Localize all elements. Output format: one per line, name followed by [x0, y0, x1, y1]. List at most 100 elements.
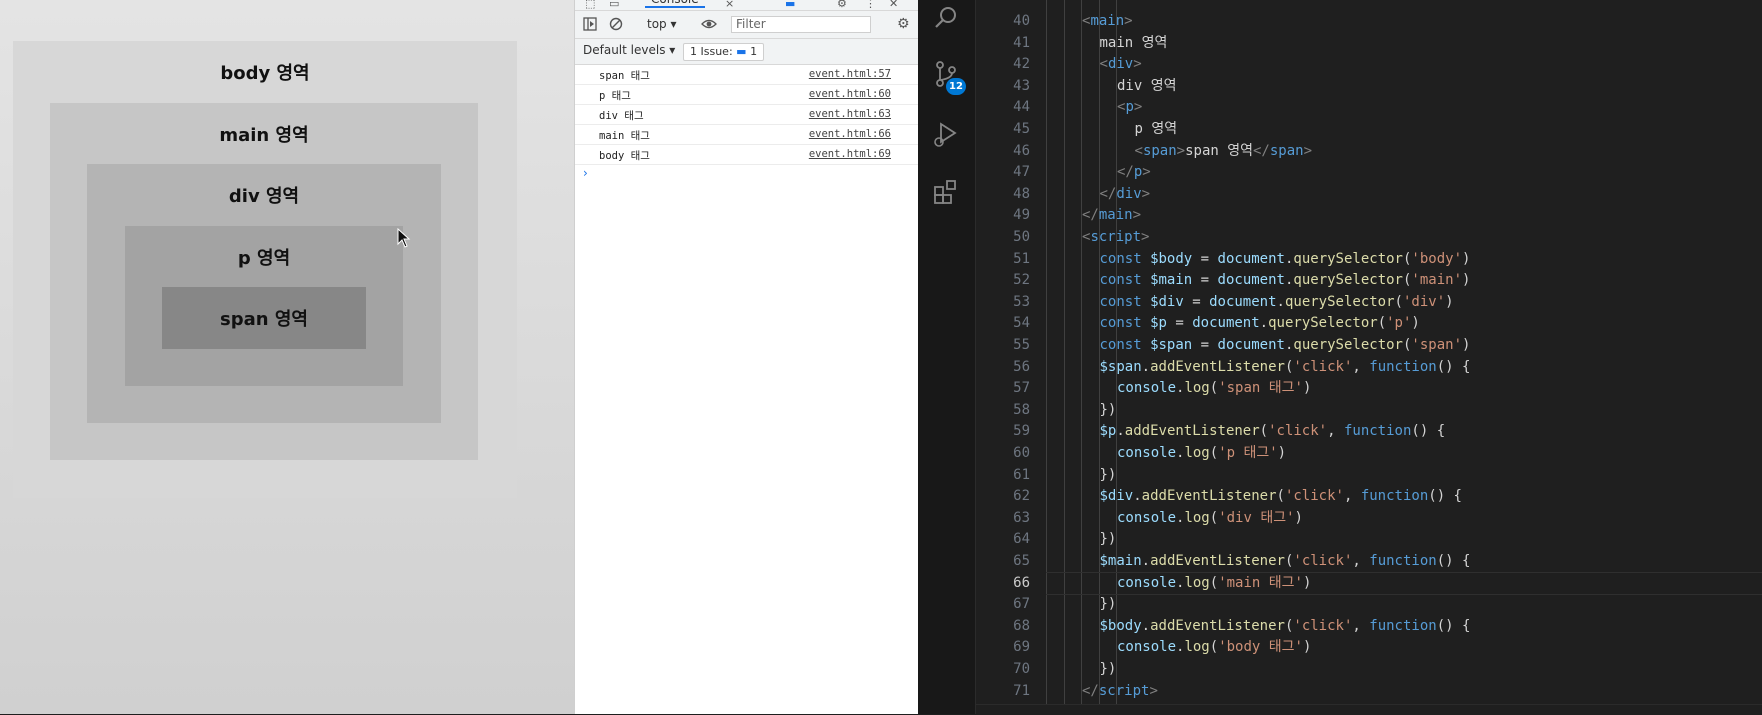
extensions-icon[interactable] [932, 178, 960, 206]
line-number: 69 [1013, 639, 1030, 656]
code-text: $p.addEventListener('click', function() … [1100, 421, 1446, 443]
code-line[interactable]: 42 <div> [976, 54, 1762, 76]
code-token: < [1099, 56, 1108, 73]
code-text: div 영역 [1117, 76, 1176, 98]
sidebar-toggle-icon[interactable] [583, 17, 597, 34]
code-text: console.log('div 태그') [1117, 508, 1303, 530]
line-number: 52 [1013, 272, 1030, 289]
code-line[interactable]: 61}) [976, 465, 1762, 487]
code-token: $div [1099, 488, 1134, 505]
code-line[interactable]: 71 </script> [976, 681, 1762, 703]
code-line[interactable]: 60 console.log('p 태그') [976, 443, 1762, 465]
tab-console[interactable]: Console [645, 0, 705, 8]
search-icon[interactable] [932, 4, 960, 32]
code-text: p 영역 [1135, 119, 1178, 141]
issues-button[interactable]: 1 Issue: ▬ 1 [683, 43, 765, 61]
code-token: $span [1099, 358, 1142, 375]
eye-icon[interactable] [701, 17, 717, 34]
code-token: const [1099, 272, 1151, 289]
line-number: 42 [1013, 56, 1030, 73]
console-filter-input[interactable]: Filter [731, 16, 871, 33]
code-line[interactable]: 65 $main.addEventListener('click', functi… [976, 551, 1762, 573]
console-source-link[interactable]: event.html:57 [809, 68, 891, 80]
console-settings-icon[interactable]: ⚙ [897, 17, 910, 31]
log-levels-select[interactable]: Default levels ▾ [583, 43, 675, 57]
line-number: 50 [1013, 229, 1030, 245]
code-line[interactable]: 58}) [976, 400, 1762, 422]
code-token: ) [1462, 250, 1471, 267]
device-toolbar-icon[interactable]: ▭ [609, 0, 619, 10]
code-line[interactable]: 43 div 영역 [976, 76, 1762, 98]
code-token: }) [1099, 466, 1117, 483]
code-token: () { [1411, 423, 1446, 440]
code-line[interactable]: 70}) [976, 659, 1762, 681]
code-line[interactable]: 56 $span.addEventListener('click', functi… [976, 357, 1762, 379]
code-line[interactable]: 41 main 영역 [976, 33, 1762, 55]
code-token: console [1117, 445, 1177, 461]
code-text: const $main = document.querySelector('ma… [1100, 270, 1471, 292]
issues-label: 1 Issue: [690, 45, 733, 58]
code-line[interactable]: 67}) [976, 594, 1762, 616]
code-token: ) [1302, 639, 1312, 656]
code-line[interactable]: 63 console.log('div 태그') [976, 508, 1762, 530]
code-token: , [1352, 358, 1370, 375]
console-prompt[interactable]: › [575, 165, 919, 183]
p-area[interactable]: p 영역 span 영역 [125, 226, 403, 386]
console-source-link[interactable]: event.html:63 [809, 108, 891, 120]
code-line[interactable]: 45 p 영역 [976, 119, 1762, 141]
code-text: <p> [1117, 97, 1142, 119]
code-line[interactable]: 47 </p> [976, 162, 1762, 184]
code-line[interactable]: 52 const $main = document.querySelector('… [976, 270, 1762, 292]
code-token: $div [1150, 293, 1184, 310]
settings-icon[interactable]: ⚙ [837, 0, 847, 10]
code-line[interactable]: 55 const $span = document.querySelector('… [976, 335, 1762, 357]
code-line[interactable]: 54 const $p = document.querySelector('p') [976, 313, 1762, 335]
code-token: $p [1099, 423, 1117, 440]
code-token: </ [1117, 164, 1134, 181]
code-line[interactable]: 68 $body.addEventListener('click', functi… [976, 616, 1762, 638]
console-source-link[interactable]: event.html:60 [809, 88, 891, 100]
code-line[interactable]: 57 console.log('span 태그') [976, 378, 1762, 400]
body-area[interactable]: body 영역 main 영역 div 영역 p 영역 span 영역 [13, 41, 517, 498]
code-line[interactable]: 59 $p.addEventListener('click', function(… [976, 421, 1762, 443]
code-line[interactable]: 50 <script> [976, 227, 1762, 249]
code-token: }) [1099, 596, 1117, 613]
span-area[interactable]: span 영역 [162, 287, 366, 349]
div-area[interactable]: div 영역 p 영역 span 영역 [87, 164, 441, 423]
issue-message-icon: ▬ [736, 45, 747, 58]
more-options-icon[interactable]: ⋮ [865, 0, 876, 10]
context-select[interactable]: top ▾ [647, 17, 677, 31]
console-source-link[interactable]: event.html:66 [809, 128, 891, 140]
console-source-link[interactable]: event.html:69 [809, 148, 891, 160]
code-editor[interactable]: 40 <main> 41 main 영역 42 <div> 43 div 영역 44 <p> 45 p… [976, 0, 1762, 704]
code-token: ( [1209, 445, 1219, 461]
run-debug-icon[interactable] [932, 120, 960, 148]
inspect-element-icon[interactable]: ⬚ [585, 0, 595, 10]
console-row: div 태그 event.html:63 [575, 105, 919, 125]
code-line[interactable]: 44 <p> [976, 97, 1762, 119]
horizontal-scrollbar[interactable] [976, 704, 1762, 715]
code-token: function [1360, 488, 1429, 505]
code-line[interactable]: 48 </div> [976, 184, 1762, 206]
code-token: ) [1462, 337, 1471, 353]
main-area[interactable]: main 영역 div 영역 p 영역 span 영역 [50, 103, 478, 460]
close-tab-icon[interactable]: × [725, 0, 734, 10]
code-line[interactable]: 53 const $div = document.querySelector('d… [976, 292, 1762, 314]
code-line[interactable]: 69 console.log('body 태그') [976, 637, 1762, 659]
code-line[interactable]: 64}) [976, 529, 1762, 551]
code-line[interactable]: 40 <main> [976, 11, 1762, 33]
code-token: log [1184, 445, 1210, 461]
code-line[interactable]: 46 <span>span 영역</span> [976, 141, 1762, 163]
line-number: 57 [1013, 380, 1030, 397]
code-token: addEventListener [1150, 358, 1285, 375]
line-number: 45 [1013, 121, 1030, 137]
code-token: document [1209, 293, 1277, 310]
clear-console-icon[interactable] [609, 17, 623, 34]
code-line[interactable]: 51 const $body = document.querySelector('… [976, 249, 1762, 271]
code-line[interactable]: 62 $div.addEventListener('click', functio… [976, 486, 1762, 508]
messages-badge-icon[interactable]: ▬ [785, 0, 795, 10]
close-devtools-icon[interactable]: ✕ [889, 0, 898, 10]
code-token: main [1090, 13, 1125, 29]
code-line[interactable]: 66 console.log('main 태그') [976, 573, 1762, 595]
code-line[interactable]: 49 </main> [976, 205, 1762, 227]
